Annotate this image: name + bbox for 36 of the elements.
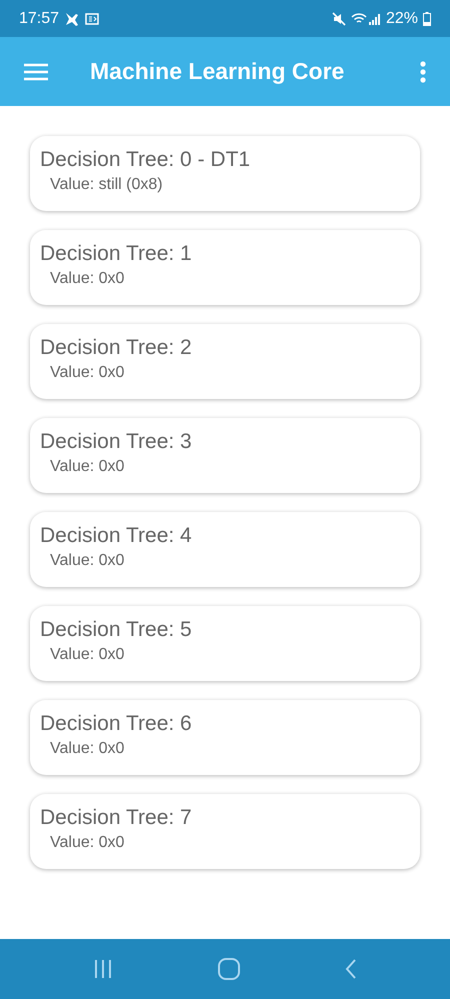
tree-card[interactable]: Decision Tree: 5 Value: 0x0	[30, 606, 420, 681]
tree-value: Value: 0x0	[50, 458, 124, 476]
tree-card[interactable]: Decision Tree: 3 Value: 0x0	[30, 418, 420, 493]
tree-value: Value: 0x0	[50, 740, 124, 758]
tree-value: Value: 0x0	[50, 364, 124, 382]
tree-title: Decision Tree: 5	[40, 618, 192, 642]
clock-time: 17:57	[19, 10, 60, 28]
tree-title: Decision Tree: 3	[40, 430, 192, 454]
app-title: Machine Learning Core	[90, 58, 346, 85]
tree-card[interactable]: Decision Tree: 4 Value: 0x0	[30, 512, 420, 587]
back-icon[interactable]	[345, 959, 358, 979]
tree-title: Decision Tree: 2	[40, 336, 192, 360]
tree-value: Value: 0x0	[50, 834, 124, 852]
wifi-signal-icon	[350, 12, 381, 26]
tree-title: Decision Tree: 1	[40, 242, 192, 266]
screen-icon	[85, 12, 100, 24]
tree-value: Value: still (0x8)	[50, 176, 163, 194]
menu-icon[interactable]	[24, 62, 48, 80]
battery-percent: 22%	[386, 10, 418, 28]
tree-card[interactable]: Decision Tree: 2 Value: 0x0	[30, 324, 420, 399]
tree-title: Decision Tree: 0 - DT1	[40, 148, 250, 172]
tree-card[interactable]: Decision Tree: 1 Value: 0x0	[30, 230, 420, 305]
tree-title: Decision Tree: 6	[40, 712, 192, 736]
tree-title: Decision Tree: 7	[40, 806, 192, 830]
more-options-icon[interactable]	[420, 60, 426, 82]
tree-title: Decision Tree: 4	[40, 524, 192, 548]
mute-icon	[332, 12, 346, 26]
tree-card[interactable]: Decision Tree: 0 - DT1 Value: still (0x8)	[30, 136, 420, 211]
tree-value: Value: 0x0	[50, 270, 124, 288]
home-icon[interactable]	[218, 958, 240, 980]
battery-icon	[423, 12, 431, 26]
tree-card[interactable]: Decision Tree: 6 Value: 0x0	[30, 700, 420, 775]
recent-apps-icon[interactable]	[92, 960, 113, 978]
tree-value: Value: 0x0	[50, 552, 124, 570]
tree-card[interactable]: Decision Tree: 7 Value: 0x0	[30, 794, 420, 869]
tree-value: Value: 0x0	[50, 646, 124, 664]
